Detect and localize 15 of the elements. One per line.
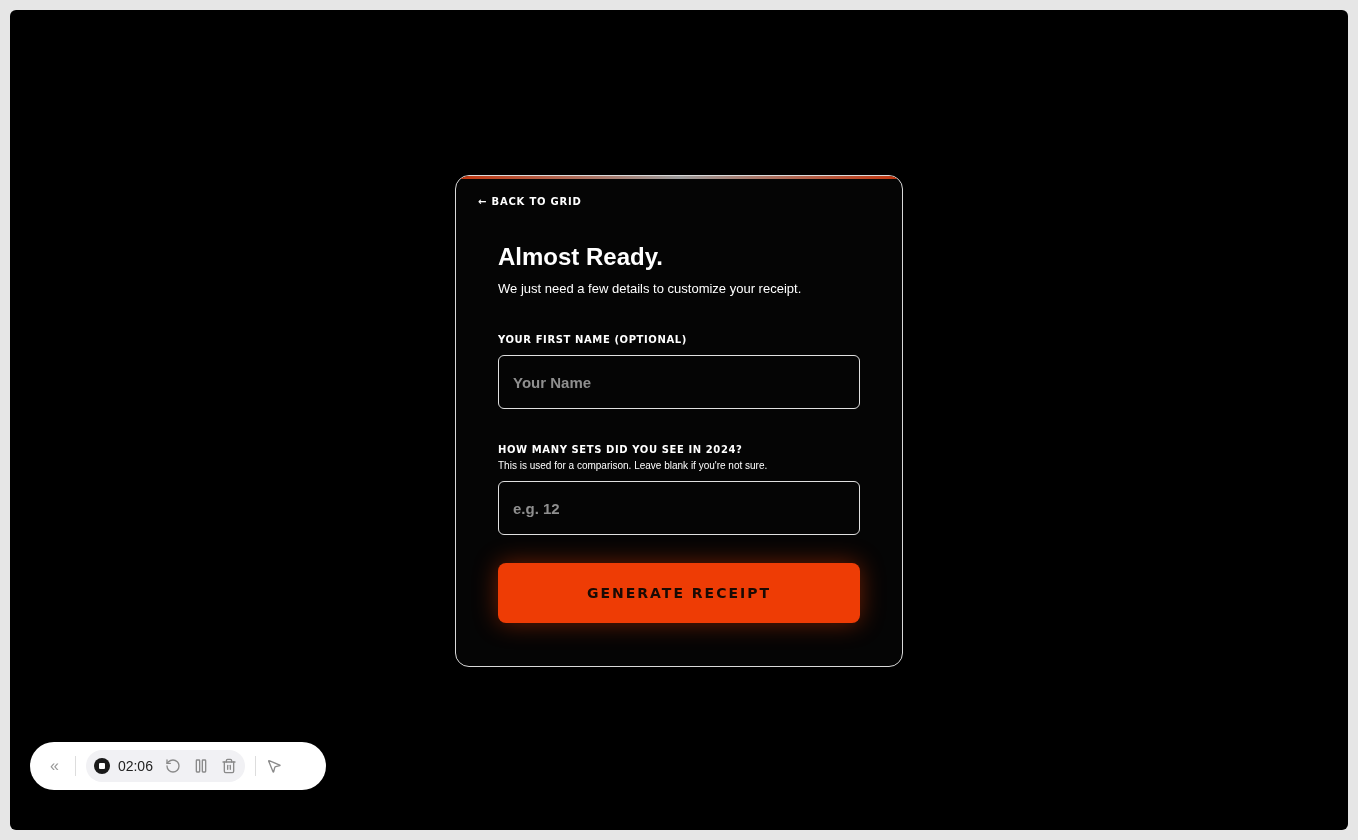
page-title: Almost Ready. [498, 243, 664, 271]
pointer-icon[interactable] [265, 758, 282, 774]
trash-icon[interactable] [220, 758, 237, 774]
subtitle: We just need a few details to customize your receipt. [498, 281, 803, 296]
field-label: YOUR FIRST NAME (OPTIONAL) [498, 334, 688, 345]
field-label: HOW MANY SETS DID YOU SEE IN 2024? [498, 444, 744, 455]
collapse-button[interactable]: « [44, 757, 65, 775]
restart-icon[interactable] [164, 758, 181, 774]
recording-time: 02:06 [117, 758, 153, 774]
back-link[interactable]: ← BACK TO GRID [478, 196, 860, 207]
input-field[interactable]: e.g. 12 [498, 481, 860, 535]
field-hint: This is used for a comparison. Leave blank if you're not sure. [498, 460, 769, 471]
input-field[interactable]: Your Name [498, 355, 860, 409]
generate-button[interactable]: GENERATE RECEIPT [498, 563, 860, 623]
stop-button[interactable] [93, 758, 110, 774]
